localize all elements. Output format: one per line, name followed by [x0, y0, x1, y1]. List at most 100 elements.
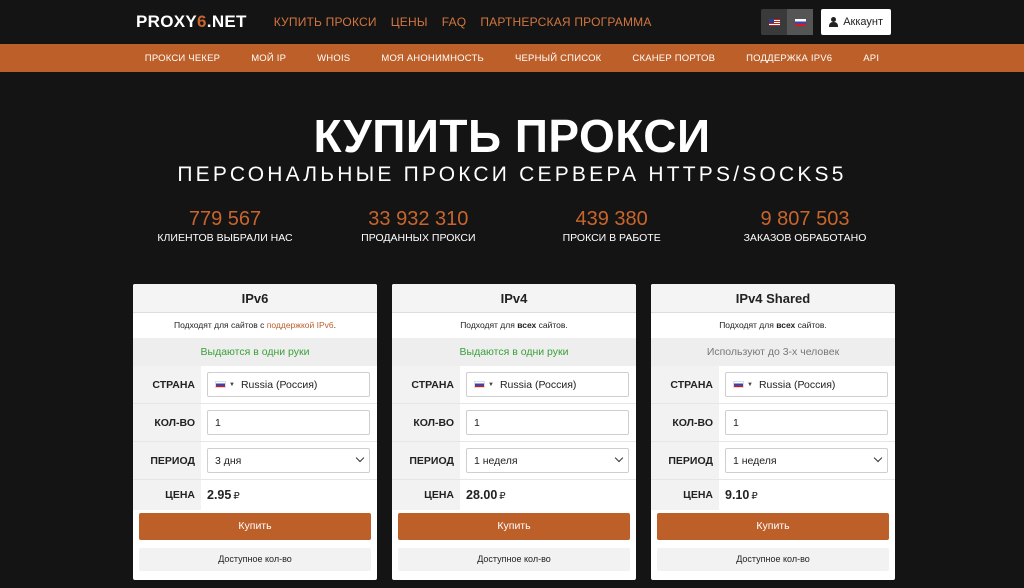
stat-label: КЛИЕНТОВ ВЫБРАЛИ НАС [157, 232, 293, 244]
period-select[interactable]: 1 неделя [466, 448, 629, 473]
ru-flag-icon [215, 381, 226, 388]
country-select[interactable]: ▼ Russia (Россия) [466, 372, 629, 397]
nav-blacklist[interactable]: ЧЕРНЫЙ СПИСОК [515, 53, 601, 64]
card-description: Подходят для всех сайтов. [719, 320, 827, 330]
country-row: СТРАНА ▼ Russia (Россия) [651, 366, 895, 404]
page-subtitle: ПЕРСОНАЛЬНЫЕ ПРОКСИ СЕРВЕРА HTTPS/SOCKS5 [177, 163, 847, 186]
nav-ipv6-support[interactable]: ПОДДЕРЖКА IPV6 [746, 53, 832, 64]
country-label: СТРАНА [392, 366, 460, 403]
nav-faq[interactable]: FAQ [442, 15, 467, 29]
stat-sold: 33 932 310 ПРОДАННЫХ ПРОКСИ [343, 208, 493, 244]
qty-input[interactable]: 1 [725, 410, 888, 435]
header-tools: Аккаунт [761, 9, 891, 35]
nav-proxy-checker[interactable]: ПРОКСИ ЧЕКЕР [145, 53, 220, 64]
card-note: Выдаются в одни руки [133, 338, 377, 366]
stat-label: ПРОДАННЫХ ПРОКСИ [361, 232, 476, 244]
lang-ru-button[interactable] [787, 9, 814, 35]
stats-row: 779 567 КЛИЕНТОВ ВЫБРАЛИ НАС 33 932 310 … [150, 208, 880, 244]
qty-label: КОЛ-ВО [651, 404, 719, 441]
card-ipv6: IPv6 Подходят для сайтов с поддержкой IP… [133, 284, 377, 580]
qty-input[interactable]: 1 [466, 410, 629, 435]
stat-value: 439 380 [575, 208, 648, 230]
period-select[interactable]: 3 дня [207, 448, 370, 473]
language-switcher [761, 9, 814, 35]
period-label: ПЕРИОД [133, 442, 201, 479]
chevron-down-icon [614, 453, 624, 463]
caret-down-icon: ▼ [747, 381, 753, 388]
qty-row: КОЛ-ВО 1 [651, 404, 895, 442]
stat-value: 9 807 503 [760, 208, 850, 230]
card-note: Используют до 3-х человек [651, 338, 895, 366]
ipv6-support-link[interactable]: поддержкой IPv6 [267, 320, 334, 330]
tools-nav: ПРОКСИ ЧЕКЕР МОЙ IP WHOIS МОЯ АНОНИМНОСТ… [0, 44, 1024, 72]
available-qty-button[interactable]: Доступное кол-во [139, 548, 371, 571]
nav-prices[interactable]: ЦЕНЫ [391, 15, 428, 29]
available-qty-button[interactable]: Доступное кол-во [398, 548, 630, 571]
us-flag-icon [768, 18, 780, 26]
nav-port-scanner[interactable]: СКАНЕР ПОРТОВ [632, 53, 715, 64]
account-button[interactable]: Аккаунт [821, 9, 891, 35]
buy-button[interactable]: Купить [657, 513, 889, 540]
chevron-down-icon [873, 453, 883, 463]
ru-flag-icon [733, 381, 744, 388]
nav-partner-program[interactable]: ПАРТНЕРСКАЯ ПРОГРАММА [480, 15, 651, 29]
available-qty-button[interactable]: Доступное кол-во [657, 548, 889, 571]
qty-input[interactable]: 1 [207, 410, 370, 435]
lang-en-button[interactable] [761, 9, 787, 35]
chevron-down-icon [355, 453, 365, 463]
period-row: ПЕРИОД 1 неделя [392, 442, 636, 480]
price-value: 2.95 ₽ [207, 488, 240, 502]
country-label: СТРАНА [133, 366, 201, 403]
period-row: ПЕРИОД 3 дня [133, 442, 377, 480]
country-select[interactable]: ▼ Russia (Россия) [207, 372, 370, 397]
main-nav: КУПИТЬ ПРОКСИ ЦЕНЫ FAQ ПАРТНЕРСКАЯ ПРОГР… [274, 15, 652, 29]
card-title: IPv6 [133, 284, 377, 313]
nav-buy-proxy[interactable]: КУПИТЬ ПРОКСИ [274, 15, 377, 29]
card-description: Подходят для сайтов с поддержкой IPv6. [174, 320, 336, 330]
pricing-cards: IPv6 Подходят для сайтов с поддержкой IP… [133, 284, 895, 580]
ru-flag-icon [794, 18, 806, 26]
qty-label: КОЛ-ВО [392, 404, 460, 441]
period-label: ПЕРИОД [651, 442, 719, 479]
caret-down-icon: ▼ [488, 381, 494, 388]
country-select[interactable]: ▼ Russia (Россия) [725, 372, 888, 397]
country-label: СТРАНА [651, 366, 719, 403]
hero: КУПИТЬ ПРОКСИ ПЕРСОНАЛЬНЫЕ ПРОКСИ СЕРВЕР… [0, 112, 1024, 187]
ru-flag-icon [474, 381, 485, 388]
buy-button[interactable]: Купить [139, 513, 371, 540]
qty-label: КОЛ-ВО [133, 404, 201, 441]
stat-value: 33 932 310 [368, 208, 469, 230]
price-label: ЦЕНА [392, 480, 460, 510]
stat-clients: 779 567 КЛИЕНТОВ ВЫБРАЛИ НАС [150, 208, 300, 244]
nav-my-ip[interactable]: МОЙ IP [251, 53, 286, 64]
price-row: ЦЕНА 9.10 ₽ [651, 480, 895, 510]
stat-orders: 9 807 503 ЗАКАЗОВ ОБРАБОТАНО [730, 208, 880, 244]
period-label: ПЕРИОД [392, 442, 460, 479]
card-note: Выдаются в одни руки [392, 338, 636, 366]
stat-label: ПРОКСИ В РАБОТЕ [562, 232, 661, 244]
stat-label: ЗАКАЗОВ ОБРАБОТАНО [743, 232, 867, 244]
period-select[interactable]: 1 неделя [725, 448, 888, 473]
buy-button[interactable]: Купить [398, 513, 630, 540]
qty-row: КОЛ-ВО 1 [133, 404, 377, 442]
country-row: СТРАНА ▼ Russia (Россия) [392, 366, 636, 404]
user-icon [829, 17, 839, 27]
card-ipv4: IPv4 Подходят для всех сайтов. Выдаются … [392, 284, 636, 580]
country-row: СТРАНА ▼ Russia (Россия) [133, 366, 377, 404]
price-row: ЦЕНА 2.95 ₽ [133, 480, 377, 510]
price-row: ЦЕНА 28.00 ₽ [392, 480, 636, 510]
nav-my-anonymity[interactable]: МОЯ АНОНИМНОСТЬ [381, 53, 484, 64]
period-row: ПЕРИОД 1 неделя [651, 442, 895, 480]
price-value: 28.00 ₽ [466, 488, 506, 502]
caret-down-icon: ▼ [229, 381, 235, 388]
nav-api[interactable]: API [863, 53, 879, 64]
price-value: 9.10 ₽ [725, 488, 758, 502]
site-logo[interactable]: PROXY6.NET [136, 12, 247, 32]
qty-row: КОЛ-ВО 1 [392, 404, 636, 442]
nav-whois[interactable]: WHOIS [317, 53, 350, 64]
card-description: Подходят для всех сайтов. [460, 320, 568, 330]
top-header: PROXY6.NET КУПИТЬ ПРОКСИ ЦЕНЫ FAQ ПАРТНЕ… [0, 0, 1024, 44]
card-ipv4-shared: IPv4 Shared Подходят для всех сайтов. Ис… [651, 284, 895, 580]
stat-active: 439 380 ПРОКСИ В РАБОТЕ [537, 208, 687, 244]
page-title: КУПИТЬ ПРОКСИ [313, 110, 711, 162]
